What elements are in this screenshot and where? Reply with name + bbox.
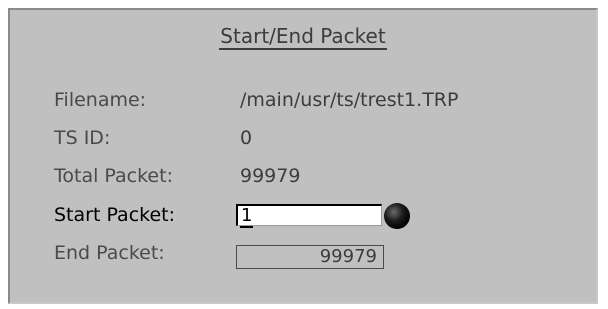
- knob-icon[interactable]: [384, 203, 410, 229]
- start-packet-value: 1: [240, 205, 254, 228]
- filename-label: Filename:: [54, 89, 147, 111]
- ts-id-value: 0: [240, 127, 253, 149]
- end-packet-value: 99979: [319, 246, 377, 267]
- end-packet-field[interactable]: 99979: [236, 245, 384, 269]
- dialog-title-text: Start/End Packet: [219, 24, 387, 50]
- total-packet-label: Total Packet:: [54, 165, 173, 187]
- dialog-title: Start/End Packet: [10, 24, 596, 50]
- start-packet-input[interactable]: 1: [236, 204, 382, 228]
- ts-id-label: TS ID:: [54, 127, 111, 149]
- total-packet-value: 99979: [240, 165, 301, 187]
- end-packet-label: End Packet:: [54, 242, 165, 264]
- start-packet-label: Start Packet:: [54, 204, 176, 226]
- filename-value: /main/usr/ts/trest1.TRP: [240, 89, 459, 111]
- start-end-packet-dialog: Start/End Packet Filename: /main/usr/ts/…: [8, 8, 598, 304]
